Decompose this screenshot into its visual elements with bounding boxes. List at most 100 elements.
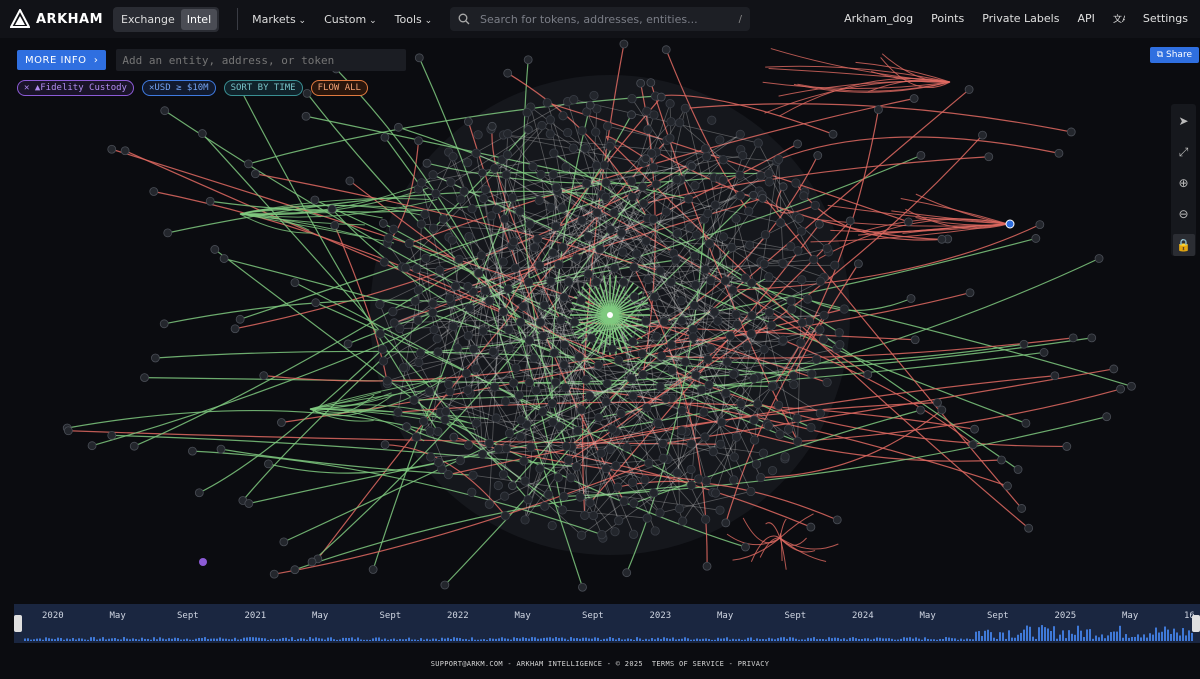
graph-node[interactable] bbox=[642, 513, 652, 523]
pointer-icon[interactable]: ➤ bbox=[1173, 110, 1195, 132]
graph-node[interactable] bbox=[429, 325, 439, 335]
graph-node[interactable] bbox=[461, 368, 472, 378]
graph-node[interactable] bbox=[806, 422, 816, 433]
graph-node[interactable] bbox=[548, 248, 558, 258]
graph-node[interactable] bbox=[1003, 481, 1012, 491]
graph-node[interactable] bbox=[569, 94, 579, 105]
graph-node[interactable] bbox=[651, 179, 661, 189]
graph-node[interactable] bbox=[159, 319, 169, 329]
graph-node[interactable] bbox=[577, 215, 587, 226]
graph-node[interactable] bbox=[643, 274, 653, 285]
graph-node[interactable] bbox=[742, 341, 752, 352]
graph-node[interactable] bbox=[984, 152, 994, 162]
graph-node[interactable] bbox=[478, 193, 489, 204]
graph-node[interactable] bbox=[764, 168, 774, 179]
graph-node[interactable] bbox=[441, 406, 451, 417]
graph-node[interactable] bbox=[601, 192, 611, 202]
graph-node[interactable] bbox=[478, 326, 488, 336]
graph-node[interactable] bbox=[731, 214, 741, 224]
graph-node[interactable] bbox=[528, 162, 538, 172]
graph-node[interactable] bbox=[677, 426, 687, 436]
graph-node[interactable] bbox=[656, 351, 667, 361]
graph-node[interactable] bbox=[793, 436, 803, 446]
graph-node[interactable] bbox=[611, 461, 621, 471]
graph-node[interactable] bbox=[780, 452, 790, 462]
graph-node[interactable] bbox=[589, 90, 599, 101]
graph-node[interactable] bbox=[815, 325, 825, 335]
graph-node[interactable] bbox=[787, 304, 797, 314]
graph-node[interactable] bbox=[607, 424, 617, 434]
graph-node[interactable] bbox=[490, 382, 500, 392]
graph-node[interactable] bbox=[778, 335, 788, 345]
graph-node[interactable] bbox=[775, 429, 785, 439]
graph-node[interactable] bbox=[444, 379, 454, 389]
graph-node[interactable] bbox=[463, 282, 473, 292]
graph-node[interactable] bbox=[435, 265, 445, 275]
graph-node[interactable] bbox=[491, 413, 501, 423]
graph-node[interactable] bbox=[428, 299, 438, 309]
graph-node[interactable] bbox=[613, 482, 623, 492]
graph-node[interactable] bbox=[413, 315, 423, 326]
graph-node[interactable] bbox=[554, 260, 564, 270]
graph-node[interactable] bbox=[401, 263, 411, 273]
graph-node[interactable] bbox=[732, 319, 742, 330]
graph-node[interactable] bbox=[704, 239, 714, 249]
entity-node[interactable] bbox=[1005, 219, 1015, 229]
graph-node[interactable] bbox=[718, 232, 729, 242]
graph-node[interactable] bbox=[749, 190, 758, 200]
graph-node[interactable] bbox=[524, 335, 535, 345]
graph-node[interactable] bbox=[629, 292, 640, 302]
graph-node[interactable] bbox=[484, 499, 494, 509]
graph-node[interactable] bbox=[697, 385, 707, 395]
graph-node[interactable] bbox=[789, 379, 799, 390]
graph-node[interactable] bbox=[529, 242, 540, 253]
graph-node[interactable] bbox=[264, 459, 273, 469]
graph-node[interactable] bbox=[601, 178, 611, 188]
graph-node[interactable] bbox=[649, 488, 659, 498]
graph-node[interactable] bbox=[627, 192, 638, 202]
graph-node[interactable] bbox=[937, 234, 947, 244]
graph-node[interactable] bbox=[587, 333, 597, 343]
graph-node[interactable] bbox=[763, 421, 774, 431]
graph-node[interactable] bbox=[566, 473, 576, 483]
graph-node[interactable] bbox=[533, 234, 543, 244]
graph-node[interactable] bbox=[716, 439, 726, 449]
graph-node[interactable] bbox=[601, 463, 611, 474]
graph-node[interactable] bbox=[549, 148, 559, 158]
graph-node[interactable] bbox=[547, 398, 557, 409]
graph-node[interactable] bbox=[641, 154, 651, 164]
graph-node[interactable] bbox=[906, 294, 916, 303]
graph-node[interactable] bbox=[230, 324, 240, 334]
graph-node[interactable] bbox=[446, 177, 456, 187]
graph-node[interactable] bbox=[605, 444, 615, 454]
graph-node[interactable] bbox=[549, 348, 559, 358]
graph-node[interactable] bbox=[480, 185, 491, 195]
graph-node[interactable] bbox=[648, 214, 658, 224]
graph-node[interactable] bbox=[563, 277, 574, 287]
graph-node[interactable] bbox=[523, 125, 533, 134]
graph-node[interactable] bbox=[576, 295, 586, 306]
graph-node[interactable] bbox=[129, 441, 139, 451]
graph-node[interactable] bbox=[545, 129, 555, 139]
graph-node[interactable] bbox=[471, 363, 481, 373]
graph-node[interactable] bbox=[558, 242, 568, 252]
menu-markets[interactable]: Markets bbox=[252, 13, 306, 26]
center-node[interactable] bbox=[607, 312, 613, 318]
graph-node[interactable] bbox=[715, 505, 725, 515]
graph-node[interactable] bbox=[518, 301, 528, 312]
graph-node[interactable] bbox=[378, 344, 388, 354]
graph-node[interactable] bbox=[644, 458, 654, 468]
graph-node[interactable] bbox=[523, 55, 533, 65]
graph-node[interactable] bbox=[597, 530, 607, 540]
graph-node[interactable] bbox=[786, 296, 796, 306]
graph-node[interactable] bbox=[728, 285, 738, 295]
graph-node[interactable] bbox=[416, 219, 426, 229]
graph-node[interactable] bbox=[617, 228, 627, 238]
graph-node[interactable] bbox=[658, 453, 668, 463]
graph-node[interactable] bbox=[691, 370, 701, 380]
graph-node[interactable] bbox=[655, 508, 665, 518]
graph-node[interactable] bbox=[421, 253, 431, 263]
graph-node[interactable] bbox=[640, 475, 650, 485]
graph-node[interactable] bbox=[522, 108, 532, 118]
graph-node[interactable] bbox=[690, 251, 700, 261]
